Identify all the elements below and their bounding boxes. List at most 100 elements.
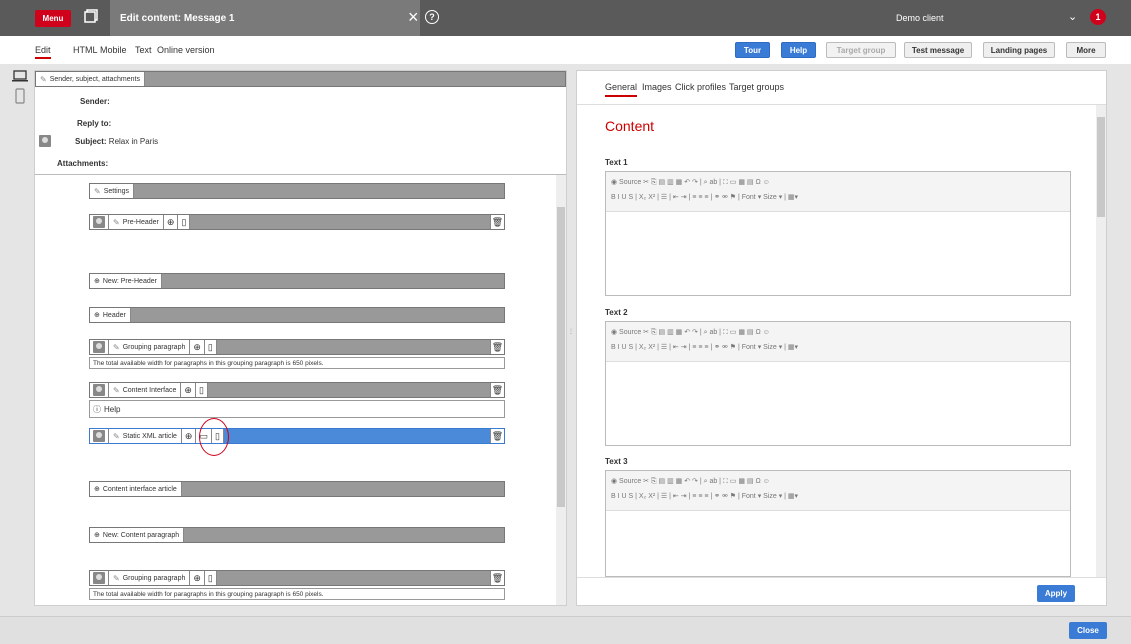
editor-title: Edit content: Message 1 <box>120 12 235 24</box>
target-icon[interactable]: ⊕ <box>190 340 205 354</box>
editor-label: Text 1 <box>605 158 628 167</box>
settings-block[interactable]: ✎ Settings <box>89 183 505 199</box>
scrollbar-thumb[interactable] <box>557 207 565 507</box>
rich-text-editor[interactable]: ◉ Source ✂ ⎘ ▤ ▥ ▦ ↶ ↷ | ⌕ ab | ⛶ ▭ ▦ ▤ … <box>605 470 1071 577</box>
device-switcher <box>12 70 28 104</box>
attachments-row: Attachments: <box>57 159 109 168</box>
grouping-paragraph-note: The total available width for paragraphs… <box>89 357 505 369</box>
help-icon[interactable]: ? <box>425 10 439 24</box>
target-icon[interactable]: ⊕ <box>190 571 205 585</box>
pencil-icon[interactable]: ✎ <box>113 386 120 395</box>
tab-text[interactable]: Text <box>135 45 152 55</box>
landing-pages-button[interactable]: Landing pages <box>983 42 1055 58</box>
scrollbar-thumb[interactable] <box>1097 117 1105 217</box>
splitter-handle[interactable]: ⋮ <box>568 329 574 344</box>
copy-block-icon[interactable]: ▯ <box>204 340 217 354</box>
content-interface-block[interactable]: ✎ Content Interface ⊕ ▯ 🗑 <box>89 382 505 398</box>
trash-icon[interactable]: 🗑 <box>490 215 504 229</box>
header-block[interactable]: ⊕ Header <box>89 307 505 323</box>
preheader-block[interactable]: ✎ Pre-Header ⊕ ▯ 🗑 <box>89 214 505 230</box>
pencil-icon[interactable]: ✎ <box>40 75 47 84</box>
trash-icon[interactable]: 🗑 <box>490 571 504 585</box>
close-button[interactable]: Close <box>1069 622 1107 639</box>
personalize-icon[interactable] <box>93 341 105 353</box>
tab-general[interactable]: General <box>605 82 638 97</box>
mobile-icon[interactable] <box>12 88 28 104</box>
plus-icon[interactable]: ⊕ <box>94 277 100 285</box>
subject-value[interactable]: Relax in Paris <box>109 137 158 146</box>
sender-header-row[interactable]: ✎ Sender, subject, attachments <box>35 71 566 87</box>
tab-edit[interactable]: Edit <box>35 45 51 59</box>
help-row[interactable]: ⓘ Help <box>89 400 505 418</box>
top-bar: Menu Edit content: Message 1 × ? Demo cl… <box>0 0 1131 36</box>
pencil-icon[interactable]: ✎ <box>94 187 101 196</box>
sender-header-label: ✎ Sender, subject, attachments <box>36 72 145 86</box>
copy-block-icon[interactable]: ▯ <box>204 571 217 585</box>
personalize-icon[interactable] <box>39 135 51 147</box>
personalize-icon[interactable] <box>93 384 105 396</box>
trash-icon[interactable]: 🗑 <box>490 383 504 397</box>
subject-row: Subject: Relax in Paris <box>39 135 158 147</box>
content-editor-panel: General Images Click profiles Target gro… <box>576 70 1107 606</box>
trash-icon[interactable]: 🗑 <box>490 429 504 443</box>
highlight-circle <box>199 418 229 456</box>
rich-text-editor[interactable]: ◉ Source ✂ ⎘ ▤ ▥ ▦ ↶ ↷ | ⌕ ab | ⛶ ▭ ▦ ▤ … <box>605 321 1071 446</box>
more-button[interactable]: More <box>1066 42 1106 58</box>
help-circle-icon[interactable]: ⓘ <box>93 404 101 415</box>
copy-icon[interactable] <box>84 9 98 23</box>
tab-click-profiles[interactable]: Click profiles <box>675 82 726 92</box>
tab-online-version[interactable]: Online version <box>157 45 215 55</box>
personalize-icon[interactable] <box>93 430 105 442</box>
content-interface-article-block[interactable]: ⊕ Content interface article <box>89 481 505 497</box>
tab-html[interactable]: HTML <box>73 45 98 55</box>
grouping-paragraph-block[interactable]: ✎ Grouping paragraph ⊕ ▯ 🗑 <box>89 339 505 355</box>
editor-toolbar[interactable]: ◉ Source ✂ ⎘ ▤ ▥ ▦ ↶ ↷ | ⌕ ab | ⛶ ▭ ▦ ▤ … <box>606 471 1070 511</box>
pencil-icon[interactable]: ✎ <box>113 218 120 227</box>
pencil-icon[interactable]: ✎ <box>113 574 120 583</box>
bottom-bar <box>0 616 1131 644</box>
static-xml-article-block[interactable]: ✎ Static XML article ⊕ ▭ ▯ 🗑 <box>89 428 505 444</box>
test-message-button[interactable]: Test message <box>904 42 972 58</box>
notification-badge[interactable]: 1 <box>1090 9 1106 25</box>
pencil-icon[interactable]: ✎ <box>113 343 120 352</box>
apply-button[interactable]: Apply <box>1037 585 1075 602</box>
nav-bar: Edit HTML Mobile Text Online version Tou… <box>0 36 1131 64</box>
personalize-icon[interactable] <box>93 572 105 584</box>
plus-icon[interactable]: ⊕ <box>94 311 100 319</box>
target-icon[interactable]: ⊕ <box>181 429 197 443</box>
grouping-paragraph-note: The total available width for paragraphs… <box>89 588 505 600</box>
plus-icon[interactable]: ⊕ <box>94 531 100 539</box>
target-group-button[interactable]: Target group <box>826 42 896 58</box>
tab-images[interactable]: Images <box>642 82 672 92</box>
close-icon[interactable]: × <box>408 8 419 26</box>
desktop-icon[interactable] <box>12 70 28 82</box>
chevron-down-icon[interactable]: ⌄ <box>1068 10 1077 23</box>
pencil-icon[interactable]: ✎ <box>113 432 120 441</box>
editor-toolbar[interactable]: ◉ Source ✂ ⎘ ▤ ▥ ▦ ↶ ↷ | ⌕ ab | ⛶ ▭ ▦ ▤ … <box>606 322 1070 362</box>
scrollbar[interactable] <box>1096 105 1106 577</box>
reply-to-row: Reply to: <box>77 119 112 128</box>
new-content-paragraph-block[interactable]: ⊕ New: Content paragraph <box>89 527 505 543</box>
target-icon[interactable]: ⊕ <box>181 383 196 397</box>
help-button[interactable]: Help <box>781 42 816 58</box>
new-preheader-block[interactable]: ⊕ New: Pre-Header <box>89 273 505 289</box>
section-heading: Content <box>605 118 655 134</box>
trash-icon[interactable]: 🗑 <box>490 340 504 354</box>
copy-block-icon[interactable]: ▯ <box>178 215 191 229</box>
grouping-paragraph-block[interactable]: ✎ Grouping paragraph ⊕ ▯ 🗑 <box>89 570 505 586</box>
divider <box>35 174 566 175</box>
target-icon[interactable]: ⊕ <box>163 215 179 229</box>
copy-block-icon[interactable]: ▯ <box>195 383 208 397</box>
editor-label: Text 3 <box>605 457 628 466</box>
tab-mobile[interactable]: Mobile <box>100 45 127 55</box>
rich-text-editor[interactable]: ◉ Source ✂ ⎘ ▤ ▥ ▦ ↶ ↷ | ⌕ ab | ⛶ ▭ ▦ ▤ … <box>605 171 1071 296</box>
divider <box>577 577 1106 578</box>
tab-target-groups[interactable]: Target groups <box>729 82 784 92</box>
scrollbar[interactable] <box>556 175 566 605</box>
personalize-icon[interactable] <box>93 216 105 228</box>
menu-button[interactable]: Menu <box>35 10 71 27</box>
plus-icon[interactable]: ⊕ <box>94 485 100 493</box>
editor-toolbar[interactable]: ◉ Source ✂ ⎘ ▤ ▥ ▦ ↶ ↷ | ⌕ ab | ⛶ ▭ ▦ ▤ … <box>606 172 1070 212</box>
tour-button[interactable]: Tour <box>735 42 770 58</box>
client-name[interactable]: Demo client <box>896 13 944 23</box>
